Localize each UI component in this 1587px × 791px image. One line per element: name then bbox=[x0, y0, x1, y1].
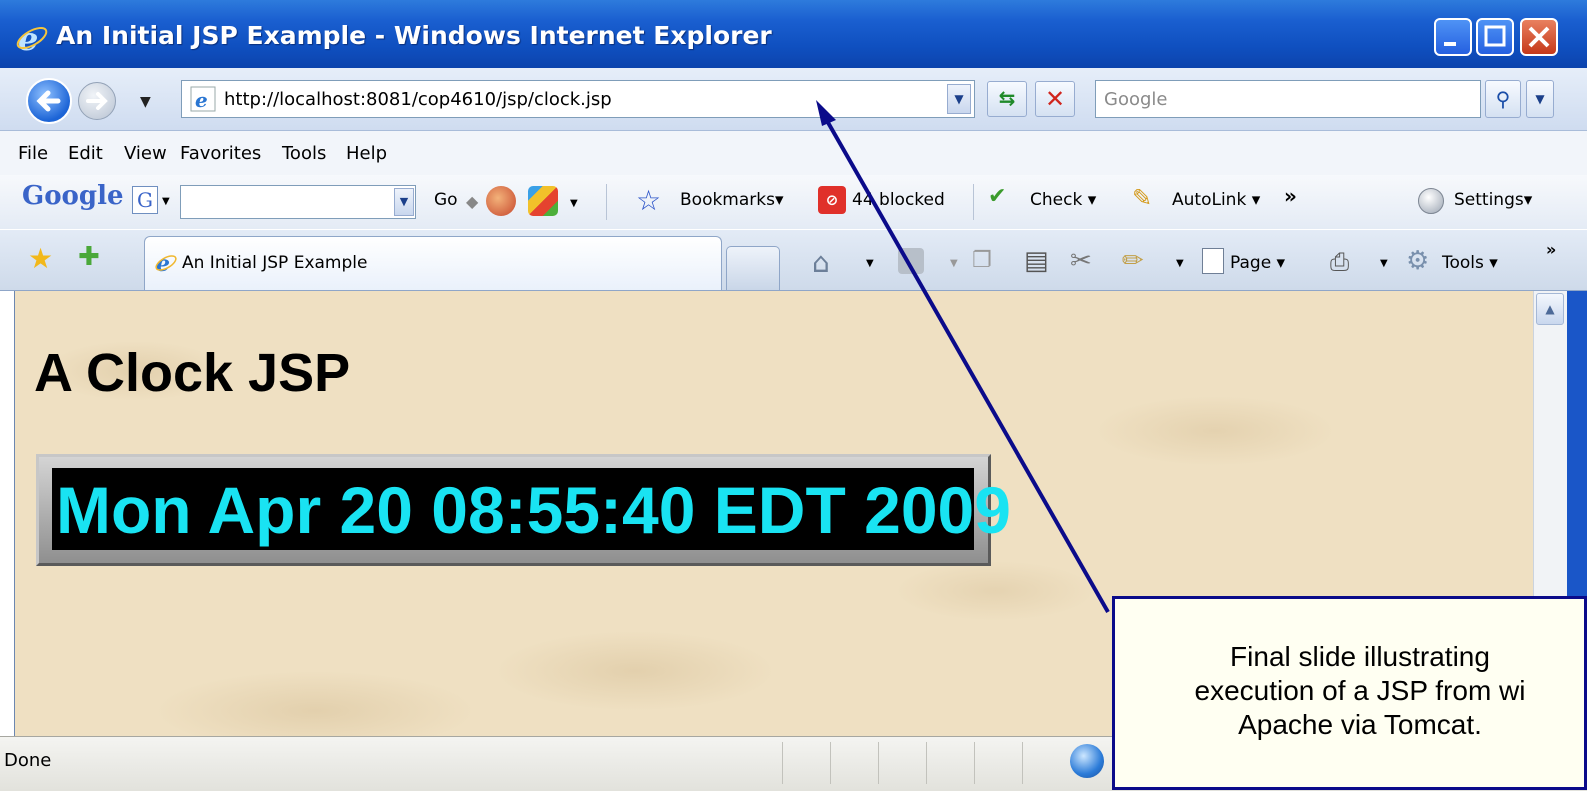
ie-logo-icon: e bbox=[16, 20, 48, 56]
google-menu-button[interactable]: G bbox=[132, 186, 158, 214]
page-ie-icon: e bbox=[190, 86, 216, 112]
bookmark-star-icon[interactable]: ☆ bbox=[636, 184, 661, 217]
maximize-icon bbox=[1484, 25, 1506, 47]
status-divider bbox=[782, 742, 783, 784]
tab-title[interactable]: An Initial JSP Example bbox=[182, 253, 367, 273]
back-button[interactable] bbox=[26, 78, 72, 124]
search-button[interactable]: ⚲ bbox=[1485, 80, 1521, 118]
chevron-down-icon[interactable]: ▼ bbox=[950, 258, 958, 269]
settings-button[interactable]: Settings▾ bbox=[1454, 190, 1532, 210]
refresh-icon: ⇆ bbox=[998, 86, 1016, 110]
svg-text:e: e bbox=[195, 88, 208, 112]
status-divider bbox=[1022, 742, 1023, 784]
search-options-dropdown[interactable]: ▼ bbox=[1526, 80, 1554, 118]
recent-pages-dropdown[interactable]: ▼ bbox=[140, 94, 151, 110]
copy-icon[interactable]: ❐ bbox=[972, 248, 992, 273]
google-apps-icon[interactable] bbox=[528, 186, 558, 216]
popup-blocker-icon[interactable] bbox=[486, 186, 516, 216]
google-search-dropdown[interactable]: ▼ bbox=[394, 188, 414, 216]
status-divider bbox=[974, 742, 975, 784]
google-search-input[interactable] bbox=[180, 185, 416, 219]
back-arrow-icon bbox=[36, 90, 61, 112]
separator-icon: ◆ bbox=[466, 192, 479, 211]
scroll-up-button[interactable]: ▲ bbox=[1536, 293, 1564, 325]
toolbar-overflow-button[interactable]: » bbox=[1284, 184, 1297, 208]
minimize-button[interactable] bbox=[1434, 18, 1472, 56]
bookmarks-button[interactable]: Bookmarks▾ bbox=[680, 190, 784, 210]
menu-tools[interactable]: Tools bbox=[282, 143, 326, 164]
autolink-wand-icon[interactable]: ✎ bbox=[1132, 184, 1152, 212]
address-dropdown-button[interactable]: ▼ bbox=[947, 84, 971, 114]
chevron-down-icon[interactable]: ▼ bbox=[570, 198, 578, 209]
page-icon[interactable] bbox=[1202, 248, 1224, 274]
command-overflow-button[interactable]: » bbox=[1546, 240, 1556, 259]
search-placeholder: Google bbox=[1104, 89, 1168, 110]
chevron-down-icon[interactable]: ▼ bbox=[1176, 258, 1184, 269]
pen-icon[interactable]: ✏ bbox=[1122, 246, 1144, 276]
clock-text: Mon Apr 20 08:55:40 EDT 2009 bbox=[56, 473, 1011, 547]
cut-icon[interactable]: ✂ bbox=[1070, 246, 1092, 276]
chevron-down-icon[interactable]: ▼ bbox=[162, 196, 170, 207]
printer-icon[interactable]: ⎙ bbox=[1330, 248, 1349, 276]
new-tab-button[interactable] bbox=[726, 246, 780, 290]
favorites-center-icon[interactable]: ★ bbox=[28, 242, 53, 275]
chevron-down-icon[interactable]: ▼ bbox=[866, 258, 874, 269]
status-text: Done bbox=[4, 750, 52, 771]
window-title: An Initial JSP Example - Windows Interne… bbox=[56, 21, 772, 50]
stop-button[interactable]: ✕ bbox=[1035, 81, 1075, 117]
maximize-button[interactable] bbox=[1476, 18, 1514, 56]
go-button[interactable]: Go bbox=[434, 190, 458, 210]
address-url-text[interactable]: http://localhost:8081/cop4610/jsp/clock.… bbox=[224, 89, 612, 110]
status-divider bbox=[830, 742, 831, 784]
page-heading: A Clock JSP bbox=[34, 343, 351, 403]
settings-icon[interactable] bbox=[1418, 188, 1444, 214]
forward-button[interactable] bbox=[78, 82, 116, 120]
menu-favorites[interactable]: Favorites bbox=[180, 143, 261, 164]
globe-icon bbox=[1070, 744, 1104, 778]
menu-help[interactable]: Help bbox=[346, 143, 387, 164]
status-divider bbox=[878, 742, 879, 784]
tools-menu-button[interactable]: Tools ▾ bbox=[1442, 253, 1498, 273]
callout-text: Final slide illustrating execution of a … bbox=[1194, 641, 1526, 740]
blocked-popups-button[interactable]: 44 blocked bbox=[852, 190, 945, 210]
spellcheck-icon[interactable]: ✔ bbox=[988, 184, 1006, 209]
gear-icon[interactable]: ⚙ bbox=[1406, 246, 1429, 276]
add-favorite-icon[interactable]: ✚ bbox=[78, 242, 100, 272]
close-button[interactable] bbox=[1520, 18, 1558, 56]
status-divider bbox=[926, 742, 927, 784]
feeds-icon[interactable] bbox=[898, 248, 924, 274]
refresh-button[interactable]: ⇆ bbox=[987, 81, 1027, 117]
stop-icon: ✕ bbox=[1044, 85, 1066, 113]
menu-view[interactable]: View bbox=[124, 143, 167, 164]
paste-icon[interactable]: ▤ bbox=[1024, 246, 1049, 276]
toolbar-divider bbox=[973, 184, 974, 220]
close-icon bbox=[1528, 26, 1550, 48]
home-icon[interactable]: ⌂ bbox=[812, 246, 830, 279]
menu-edit[interactable]: Edit bbox=[68, 143, 103, 164]
tab-ie-icon: e bbox=[155, 251, 177, 275]
spellcheck-button[interactable]: Check ▾ bbox=[1030, 190, 1096, 210]
google-logo[interactable]: Google bbox=[22, 181, 124, 211]
forward-arrow-icon bbox=[86, 92, 108, 110]
blocked-popups-icon[interactable]: ⊘ bbox=[818, 186, 846, 214]
magnifier-icon: ⚲ bbox=[1495, 87, 1511, 111]
page-menu-button[interactable]: Page ▾ bbox=[1230, 253, 1285, 273]
menu-file[interactable]: File bbox=[18, 143, 48, 164]
chevron-down-icon[interactable]: ▼ bbox=[1380, 258, 1388, 269]
toolbar-divider bbox=[606, 184, 607, 220]
minimize-icon bbox=[1444, 42, 1456, 46]
autolink-button[interactable]: AutoLink ▾ bbox=[1172, 190, 1260, 210]
